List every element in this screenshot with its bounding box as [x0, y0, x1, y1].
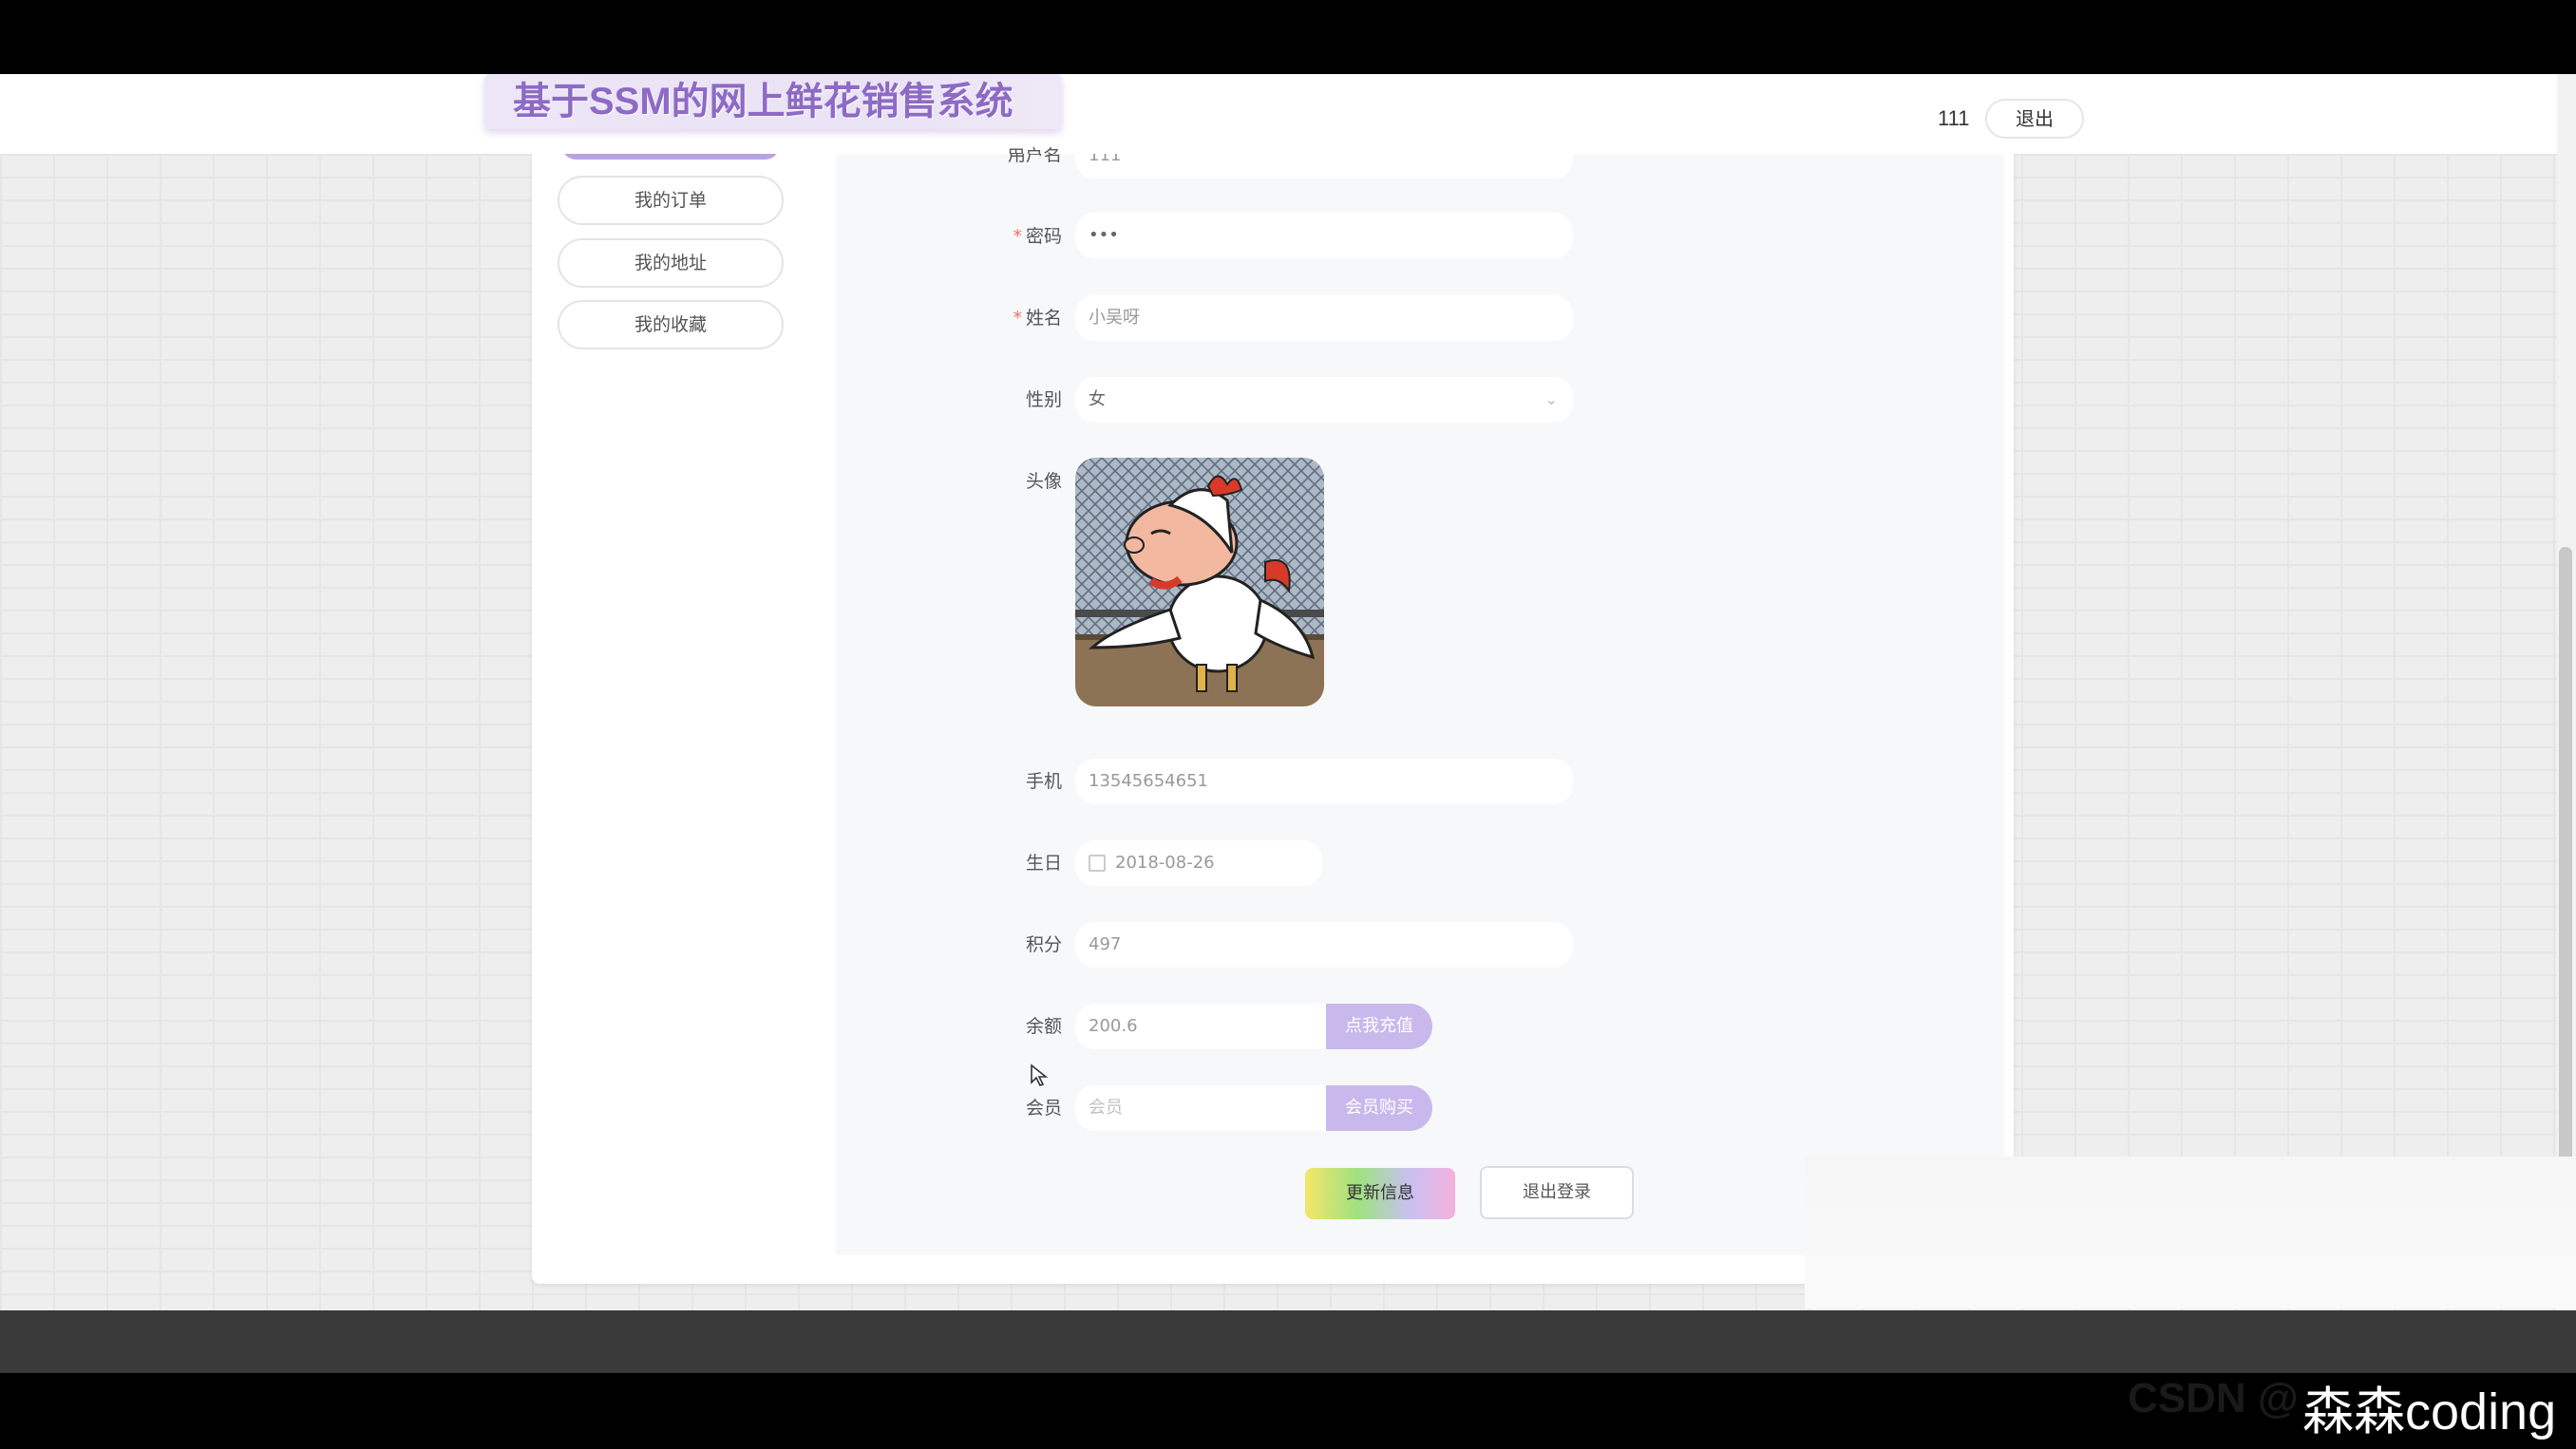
watermark-text: 森森coding	[2302, 1383, 2557, 1440]
phone-field[interactable]: 13545654651	[1075, 759, 1573, 804]
gender-value: 女	[1089, 389, 1106, 409]
member-label: 会员	[1025, 1098, 1062, 1119]
balance-label: 余额	[1025, 1016, 1062, 1037]
sidebar-item-favorites[interactable]: 我的收藏	[558, 300, 784, 349]
member-field[interactable]: 会员	[1075, 1085, 1328, 1131]
video-bottom-bar	[0, 1310, 2576, 1373]
calendar-icon	[1089, 855, 1106, 872]
username-label-peek: 用户名	[1007, 142, 1073, 154]
sidebar-item-orders[interactable]: 我的订单	[558, 176, 784, 225]
logout-button[interactable]: 退出登录	[1480, 1166, 1634, 1219]
birthday-label: 生日	[1025, 853, 1062, 874]
password-field[interactable]: •••	[1075, 213, 1573, 258]
birthday-value: 2018-08-26	[1115, 853, 1215, 873]
scrollbar-thumb[interactable]	[2559, 547, 2572, 1164]
points-field[interactable]: 497	[1075, 922, 1573, 968]
avatar-image[interactable]	[1075, 458, 1324, 706]
points-label: 积分	[1025, 934, 1062, 955]
gender-select[interactable]: 女 ⌄	[1075, 377, 1573, 423]
password-label: * 密码	[1013, 226, 1062, 247]
site-title-overlay: 基于SSM的网上鲜花销售系统	[484, 74, 1062, 129]
header-logout-button-overlay[interactable]: 退出	[1985, 99, 2084, 139]
buy-membership-button[interactable]: 会员购买	[1326, 1085, 1432, 1131]
balance-field[interactable]: 200.6	[1075, 1004, 1328, 1049]
chevron-down-icon: ⌄	[1544, 390, 1558, 408]
avatar-label: 头像	[1025, 471, 1062, 492]
phone-label: 手机	[1025, 771, 1062, 792]
sidebar-item-address[interactable]: 我的地址	[558, 238, 784, 288]
header-overlay	[0, 74, 2557, 154]
birthday-picker[interactable]: 2018-08-26	[1075, 840, 1322, 886]
update-info-button[interactable]: 更新信息	[1305, 1168, 1455, 1219]
avatar-cartoon-icon	[1075, 458, 1324, 706]
current-username-overlay: 111	[1938, 106, 1970, 130]
gender-label: 性别	[1025, 389, 1062, 410]
name-field[interactable]: 小吴呀	[1075, 295, 1573, 341]
name-label: * 姓名	[1013, 308, 1062, 329]
video-top-bar	[0, 0, 2576, 74]
recharge-button[interactable]: 点我充值	[1326, 1004, 1432, 1049]
watermark-ghost-text: CSDN @	[2128, 1375, 2299, 1421]
bottom-right-blur	[1805, 1157, 2576, 1308]
